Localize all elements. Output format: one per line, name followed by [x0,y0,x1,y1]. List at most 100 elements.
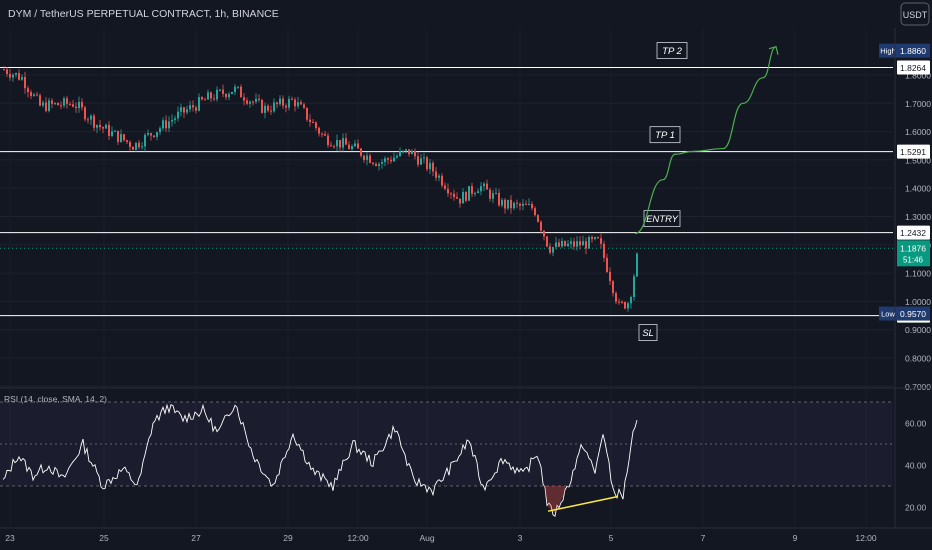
price-tick-label: 0.8000 [905,354,931,364]
rsi-tick-label: 20.00 [905,503,927,513]
candle-body [393,157,395,162]
candle-body [501,199,503,206]
candle-body [237,86,239,88]
candle-countdown: 51:46 [903,255,924,264]
candle-body [252,101,254,103]
time-tick-label: Aug [419,533,434,543]
currency-button[interactable]: USDT [900,2,930,26]
candle-body [150,133,152,136]
candle-body [234,86,236,92]
candle-body [333,146,335,148]
candle-body [159,128,161,133]
candle-body [588,236,590,249]
candle-body [24,77,26,89]
candle-body [609,272,611,282]
candle-body [162,120,164,129]
candle-body [210,92,212,99]
time-tick-label: 25 [99,533,109,543]
candle-body [576,241,578,247]
candle-body [153,135,155,137]
candle-body [12,74,14,78]
price-tick-label: 1.3000 [905,212,931,222]
level-price-label: 1.5291 [900,147,926,157]
candle-body [516,202,518,204]
candle-body [138,142,140,148]
price-tick-label: 0.7000 [905,382,931,392]
candle-body [306,107,308,120]
candle-body [6,69,8,75]
candle-body [204,99,206,101]
candle-body [78,101,80,109]
candle-body [27,88,29,93]
candle-body [483,183,485,187]
low-label: Low [881,310,895,319]
candle-body [489,189,491,199]
candle-body [324,133,326,136]
candle-body [216,89,218,100]
candle-body [549,246,551,253]
candle-body [186,109,188,113]
candle-body [444,185,446,189]
candle-body [618,301,620,303]
candle-body [543,230,545,237]
candle-body [342,138,344,148]
candle-body [99,124,101,128]
candle-body [627,303,629,309]
candle-body [456,197,458,199]
candle-body [168,121,170,129]
low-value: 0.9570 [900,309,926,319]
candle-body [468,186,470,201]
candle-body [267,105,269,111]
candle-body [318,127,320,134]
candle-body [510,199,512,209]
currency-button-label: USDT [903,10,928,20]
candle-body [558,242,560,247]
time-tick-label: 12:00 [855,533,877,543]
candle-body [261,99,263,113]
candle-body [339,139,341,148]
chart[interactable]: TP 2TP 1ENTRYSL 1.80001.70001.60001.5000… [0,0,932,550]
candle-body [546,236,548,247]
candle-body [570,241,572,244]
candle-body [462,191,464,204]
candle-body [447,188,449,194]
price-tick-label: 0.9000 [905,325,931,335]
candle-body [492,193,494,199]
candle-body [360,148,362,156]
candle-body [435,171,437,178]
candle-body [495,192,497,194]
candle-body [228,94,230,98]
candle-body [123,134,125,141]
candle-body [591,236,593,240]
candle-body [390,159,392,162]
candle-body [600,238,602,244]
candle-body [63,98,65,106]
candle-body [117,130,119,143]
candle-body [48,100,50,111]
candle-body [537,215,539,222]
candle-body [519,203,521,206]
candle-body [102,127,104,129]
candle-body [141,146,143,148]
candle-body [96,124,98,128]
candle-body [582,241,584,246]
candle-body [303,104,305,108]
candle-body [60,105,62,107]
level-tag-label: TP 1 [655,130,675,141]
chart-title: DYM / TetherUS PERPETUAL CONTRACT, 1h, B… [8,8,279,20]
candle-body [144,134,146,147]
candle-body [555,242,557,248]
candle-body [348,144,350,150]
candle-body [54,102,56,104]
candle-body [315,122,317,128]
price-tick-label: 1.7000 [905,99,931,109]
candle-body [36,94,38,96]
candle-body [336,139,338,147]
level-price-label: 1.2432 [900,228,926,238]
candle-body [636,253,638,277]
candle-body [192,105,194,108]
candle-body [363,155,365,160]
candle-body [249,101,251,104]
price-tick-label: 1.6000 [905,127,931,137]
candle-body [225,93,227,98]
